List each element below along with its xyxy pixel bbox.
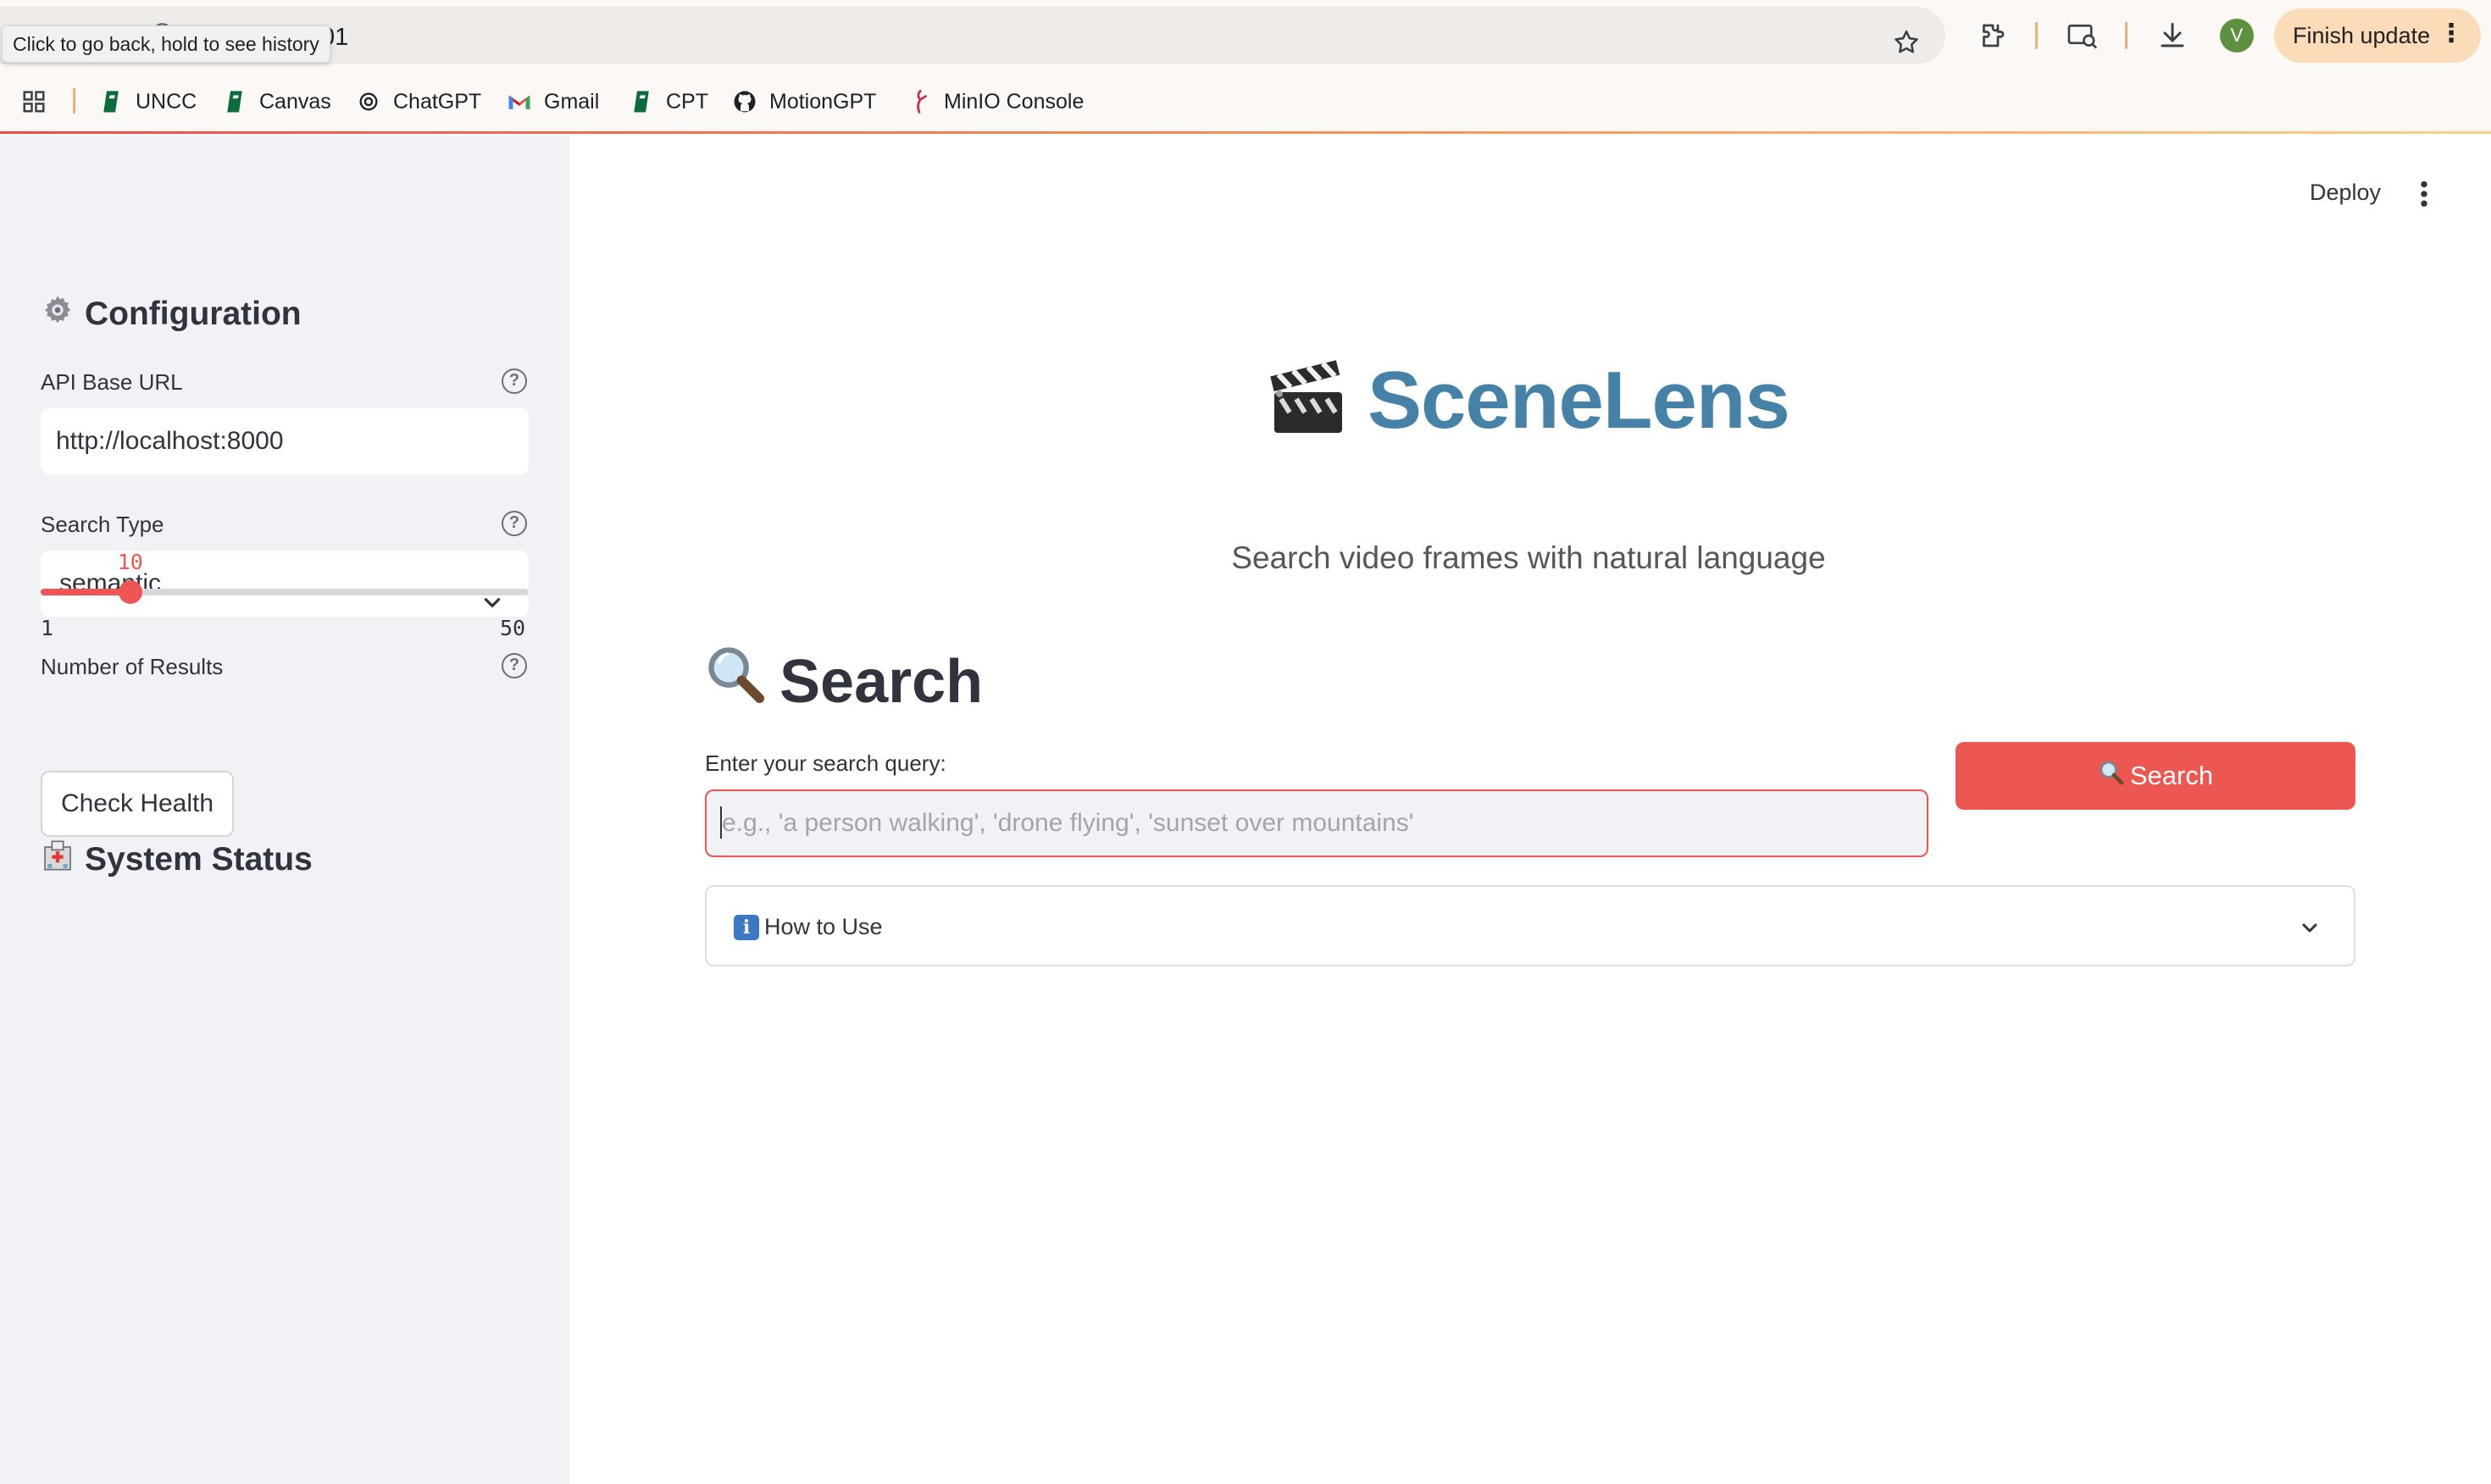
configuration-header: Configuration bbox=[41, 293, 302, 335]
search-title: Search bbox=[779, 647, 984, 716]
bookmark-uncc[interactable]: UNCC bbox=[98, 86, 197, 117]
bookmark-canvas[interactable]: Canvas bbox=[222, 86, 331, 117]
apps-grid-icon[interactable] bbox=[15, 83, 53, 120]
system-status-title: System Status bbox=[85, 840, 313, 878]
profile-avatar[interactable]: V bbox=[2220, 19, 2254, 53]
slider-max: 50 bbox=[500, 616, 526, 640]
configuration-title: Configuration bbox=[85, 295, 302, 332]
more-vert-icon: ⋮ bbox=[2438, 19, 2464, 47]
check-health-button[interactable]: Check Health bbox=[41, 771, 234, 837]
help-icon[interactable]: ? bbox=[502, 653, 527, 678]
extensions-icon[interactable] bbox=[1974, 17, 2011, 54]
slider-min: 1 bbox=[41, 616, 54, 640]
bookmark-cpt[interactable]: CPT bbox=[629, 86, 708, 117]
search-type-select[interactable]: semantic bbox=[41, 551, 529, 617]
slider-thumb[interactable] bbox=[118, 580, 142, 604]
finish-update-label: Finish update bbox=[2293, 22, 2431, 48]
toolbar-divider bbox=[2035, 22, 2038, 49]
search-header: Search bbox=[703, 642, 983, 721]
search-type-label: Search Type bbox=[41, 512, 164, 537]
finish-update-button[interactable]: Finish update ⋮ bbox=[2274, 8, 2481, 63]
expander-label: How to Use bbox=[764, 914, 883, 939]
gear-icon bbox=[41, 293, 75, 335]
download-icon[interactable] bbox=[2154, 17, 2191, 54]
bookmark-chatgpt[interactable]: ChatGPT bbox=[356, 86, 481, 117]
slider-fill bbox=[41, 589, 130, 595]
bookmark-motiongpt[interactable]: MotionGPT bbox=[732, 86, 876, 117]
browser-toolbar: C ost:8501 Click to go back, hold to see… bbox=[0, 0, 2491, 71]
bookmark-label: Canvas bbox=[259, 89, 331, 114]
bookmark-label: UNCC bbox=[136, 89, 197, 114]
api-base-url-label: API Base URL bbox=[41, 369, 183, 395]
toolbar-divider bbox=[2125, 22, 2128, 49]
minio-icon bbox=[907, 89, 932, 114]
api-base-url-input[interactable]: http://localhost:8000 bbox=[41, 408, 529, 474]
api-base-url-value: http://localhost:8000 bbox=[56, 427, 284, 455]
system-status-header: System Status bbox=[41, 839, 313, 880]
magnifier-icon bbox=[703, 642, 768, 721]
search-button[interactable]: Search bbox=[1956, 742, 2355, 810]
help-icon[interactable]: ? bbox=[502, 511, 527, 536]
text-caret bbox=[720, 806, 722, 839]
canvas-icon bbox=[222, 89, 247, 114]
gmail-icon bbox=[507, 89, 532, 114]
star-icon[interactable] bbox=[1888, 24, 1925, 61]
github-icon bbox=[732, 89, 757, 114]
chatgpt-icon bbox=[356, 89, 381, 114]
chevron-down-icon bbox=[2300, 917, 2320, 942]
back-tooltip: Click to go back, hold to see history bbox=[2, 25, 330, 63]
slider-value: 10 bbox=[117, 550, 143, 574]
bookmark-label: MinIO Console bbox=[944, 89, 1085, 114]
number-of-results-label: Number of Results bbox=[41, 654, 224, 679]
bookmarks-divider bbox=[73, 88, 75, 114]
app-subtitle: Search video frames with natural languag… bbox=[1231, 540, 1826, 575]
cpt-icon bbox=[629, 89, 654, 114]
main-menu-icon[interactable] bbox=[2418, 180, 2430, 213]
bookmark-minio-console[interactable]: MinIO Console bbox=[907, 86, 1084, 117]
how-to-use-expander[interactable]: i How to Use bbox=[705, 885, 2355, 966]
bookmark-label: ChatGPT bbox=[393, 89, 482, 114]
search-query-input[interactable] bbox=[705, 789, 1928, 857]
info-icon: i bbox=[734, 915, 759, 940]
search-button-label: Search bbox=[2129, 761, 2214, 790]
cast-search-icon[interactable] bbox=[2064, 17, 2101, 54]
uncc-icon bbox=[98, 89, 124, 114]
query-label: Enter your search query: bbox=[705, 750, 946, 776]
bookmark-label: Gmail bbox=[544, 89, 600, 114]
clapper-board-icon bbox=[1268, 358, 1349, 444]
bookmarks-bar: UNCC Canvas ChatGPT Gmail CPT MotionGPT bbox=[0, 71, 2491, 134]
bookmark-label: MotionGPT bbox=[769, 89, 877, 114]
deploy-button[interactable]: Deploy bbox=[2310, 180, 2381, 206]
search-icon bbox=[2098, 759, 2125, 793]
app-title: SceneLens bbox=[1268, 354, 1790, 447]
app-title-text: SceneLens bbox=[1368, 355, 1790, 446]
bookmark-label: CPT bbox=[666, 89, 708, 114]
hospital-icon bbox=[41, 839, 75, 880]
bookmark-gmail[interactable]: Gmail bbox=[507, 86, 599, 117]
results-slider[interactable]: 10 bbox=[41, 550, 529, 604]
help-icon[interactable]: ? bbox=[502, 368, 527, 394]
